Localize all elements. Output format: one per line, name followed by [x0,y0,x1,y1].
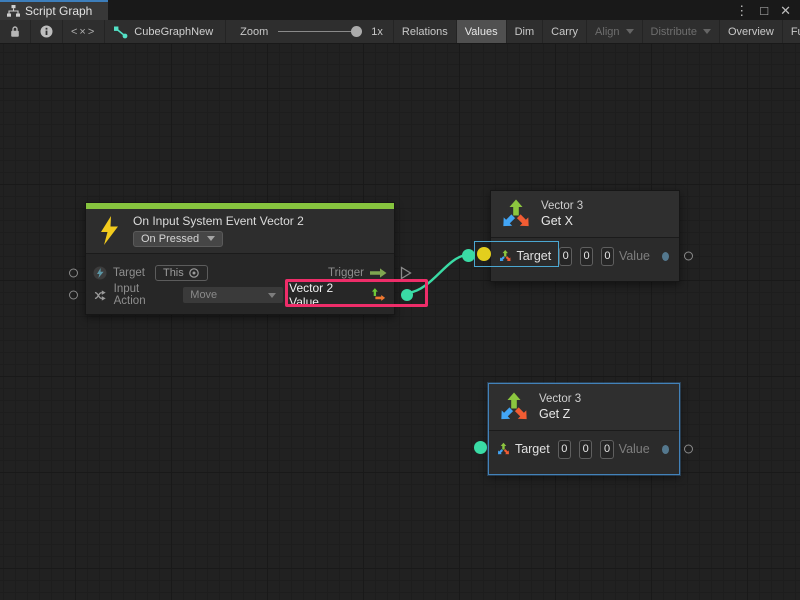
target-field-z[interactable]: 0 [600,440,613,459]
get-x-node[interactable]: Vector 3 Get X Target 0 0 0 Value [490,190,680,282]
chevron-down-icon [268,293,276,298]
target-input-port[interactable] [69,269,78,278]
target-field-z[interactable]: 0 [601,247,614,266]
target-field-y[interactable]: 0 [579,440,592,459]
trigger-arrow-icon [370,268,387,278]
tab-script-graph[interactable]: Script Graph [0,0,108,20]
target-label: Target [113,267,145,279]
graph-toolbar: <×> CubeGraphNew Zoom 1x Relations Value… [0,20,800,44]
info-button[interactable] [31,20,63,43]
graph-name: CubeGraphNew [134,26,213,38]
event-node[interactable]: On Input System Event Vector 2 On Presse… [85,202,395,315]
target-crosshair-icon [188,267,200,279]
get-x-target-row: Target 0 0 0 Value [491,238,679,274]
zoom-label: Zoom [240,26,268,38]
close-icon[interactable]: ✕ [780,4,791,17]
get-x-target-port[interactable] [477,247,491,261]
button-overview[interactable]: Overview [719,20,782,43]
tab-label: Script Graph [25,4,92,18]
target-label: Target [516,249,551,263]
node-title: Get X [541,214,583,228]
input-action-row: Input Action Move Vector 2 Value [86,284,394,306]
target-field-x[interactable]: 0 [558,440,571,459]
input-action-port[interactable] [69,291,78,300]
value-output-port[interactable] [684,252,693,261]
event-node-header: On Input System Event Vector 2 On Presse… [86,209,394,253]
event-bolt-icon [93,266,107,280]
lightning-icon [98,216,121,245]
target-label: Target [515,442,550,456]
vector3-small-icon [499,248,511,264]
vector2-output-port[interactable] [401,289,413,301]
graph-canvas[interactable]: On Input System Event Vector 2 On Presse… [0,44,800,600]
get-z-target-port[interactable] [474,441,487,454]
graph-icon [113,25,128,39]
script-graph-icon [7,5,20,17]
tab-bar: Script Graph ⋮ □ ✕ [0,0,800,20]
info-icon [40,25,53,38]
zoom-control: Zoom 1x [226,20,393,43]
value-label: Value [619,249,650,263]
menu-icon[interactable]: ⋮ [735,4,748,17]
chevron-down-icon [207,236,215,241]
value-type-dot [662,252,669,261]
button-align[interactable]: Align [586,20,641,43]
code-icon: <×> [71,26,96,38]
graph-breadcrumb[interactable]: CubeGraphNew [105,20,226,43]
trigger-output-port[interactable] [400,266,412,280]
this-chip[interactable]: This [155,265,208,281]
get-z-node[interactable]: Vector 3 Get Z Target 0 0 0 Value [488,383,680,475]
node-category: Vector 3 [541,200,583,212]
connection-wire [0,44,800,600]
button-distribute[interactable]: Distribute [642,20,719,43]
node-category: Vector 3 [539,393,581,405]
lock-icon [9,25,21,38]
target-field-x[interactable]: 0 [559,247,572,266]
code-view-button[interactable]: <×> [63,20,105,43]
button-values[interactable]: Values [456,20,506,43]
input-action-icon [93,288,108,303]
vector2-icon [370,287,387,303]
input-action-dropdown[interactable]: Move [183,287,283,303]
window-controls: ⋮ □ ✕ [735,0,800,20]
vector3-icon [499,392,529,422]
zoom-slider[interactable] [278,31,362,32]
vector2-value-label: Vector 2 Value [289,281,364,309]
trigger-label: Trigger [328,267,364,279]
vector3-small-icon [497,441,510,457]
input-action-label: Input Action [114,283,173,307]
event-node-title: On Input System Event Vector 2 [133,214,304,228]
event-mode-dropdown[interactable]: On Pressed [133,231,223,247]
zoom-handle[interactable] [351,26,362,37]
button-full-screen[interactable]: Full Scre [782,20,800,43]
wire-end-port[interactable] [462,249,475,262]
button-dim[interactable]: Dim [506,20,543,43]
maximize-icon[interactable]: □ [760,4,768,17]
event-node-body: Target This Trigger [86,253,394,314]
lock-button[interactable] [0,20,31,43]
chevron-down-icon [703,29,711,34]
node-title: Get Z [539,407,581,421]
get-x-body: Target 0 0 0 Value [491,237,679,281]
zoom-value: 1x [371,26,383,38]
get-z-body: Target 0 0 0 Value [489,430,679,474]
button-relations[interactable]: Relations [393,20,456,43]
target-field-y[interactable]: 0 [580,247,593,266]
button-carry[interactable]: Carry [542,20,586,43]
get-z-target-row: Target 0 0 0 Value [489,431,679,467]
vector3-icon [501,199,531,229]
value-output-port[interactable] [684,445,693,454]
value-label: Value [619,442,650,456]
value-type-dot [662,445,669,454]
chevron-down-icon [626,29,634,34]
get-z-header: Vector 3 Get Z [489,384,679,430]
get-x-header: Vector 3 Get X [491,191,679,237]
